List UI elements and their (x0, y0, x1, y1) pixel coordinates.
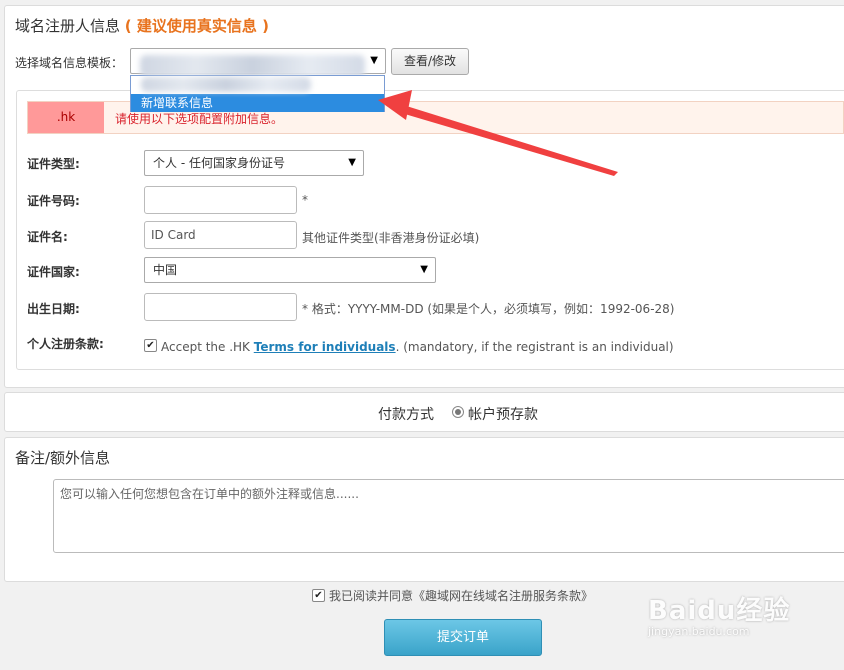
id-number-label: 证件号码: (27, 194, 80, 208)
chevron-down-icon: ▼ (420, 264, 428, 275)
chevron-down-icon: ▼ (370, 55, 378, 66)
id-number-input[interactable] (144, 186, 297, 214)
payment-radio[interactable] (452, 406, 464, 418)
chevron-down-icon: ▼ (348, 157, 356, 168)
terms-link[interactable]: Terms for individuals (254, 340, 396, 354)
template-dropdown-list: 新增联系信息 (130, 75, 385, 112)
registrant-title-hint: ( 建议使用真实信息 ) (124, 17, 269, 35)
view-edit-button[interactable]: 查看/修改 (391, 48, 469, 75)
payment-label: 付款方式 (378, 407, 434, 423)
redacted-template-value (140, 55, 365, 77)
id-name-label: 证件名: (27, 230, 68, 244)
template-label: 选择域名信息模板： (15, 56, 124, 70)
birthdate-input[interactable] (144, 293, 297, 321)
hk-tag: .hk (28, 102, 104, 133)
redacted-option (141, 77, 311, 92)
terms-text: Accept the .HK Terms for individuals. (m… (161, 340, 674, 354)
remarks-textarea[interactable] (53, 479, 844, 553)
annotation-arrow-icon (378, 90, 618, 176)
terms-checkbox[interactable]: ✔ (144, 339, 157, 352)
terms-suffix: . (mandatory, if the registrant is an in… (395, 340, 674, 354)
birthdate-label: 出生日期: (27, 302, 80, 316)
id-name-input[interactable]: ID Card (144, 221, 297, 249)
terms-prefix: Accept the .HK (161, 340, 254, 354)
payment-option: 帐户预存款 (468, 407, 538, 423)
submit-order-button[interactable]: 提交订单 (384, 619, 542, 656)
hk-alert-message: 请使用以下选项配置附加信息。 (115, 112, 284, 126)
dropdown-option-redacted[interactable] (131, 76, 384, 94)
country-select[interactable]: 中国 ▼ (144, 257, 436, 283)
registrant-title-text: 域名注册人信息 (15, 17, 121, 35)
id-type-select[interactable]: 个人 - 任何国家身份证号 ▼ (144, 150, 364, 176)
id-type-label: 证件类型: (27, 157, 80, 171)
country-label: 证件国家: (27, 265, 80, 279)
id-type-value: 个人 - 任何国家身份证号 (153, 156, 285, 170)
agreement-text: 我已阅读并同意《趣域网在线域名注册服务条款》 (329, 589, 594, 603)
id-name-note: 其他证件类型(非香港身份证必填) (302, 231, 480, 245)
watermark-brand: Baidu经验 (648, 596, 791, 626)
terms-label: 个人注册条款: (27, 337, 104, 351)
dropdown-option-new-contact[interactable]: 新增联系信息 (131, 94, 384, 112)
baidu-watermark-logo: Baidu经验 jingyan.baidu.com (648, 590, 790, 638)
registrant-title: 域名注册人信息 ( 建议使用真实信息 ) (15, 15, 269, 36)
watermark-url: jingyan.baidu.com (648, 625, 750, 638)
country-value: 中国 (153, 263, 178, 277)
birthdate-note: * 格式：YYYY-MM-DD (如果是个人，必须填写，例如：1992-06-2… (302, 302, 675, 316)
agreement-checkbox[interactable]: ✔ (312, 589, 325, 602)
remarks-title: 备注/额外信息 (15, 449, 111, 467)
required-asterisk: * (302, 193, 308, 207)
